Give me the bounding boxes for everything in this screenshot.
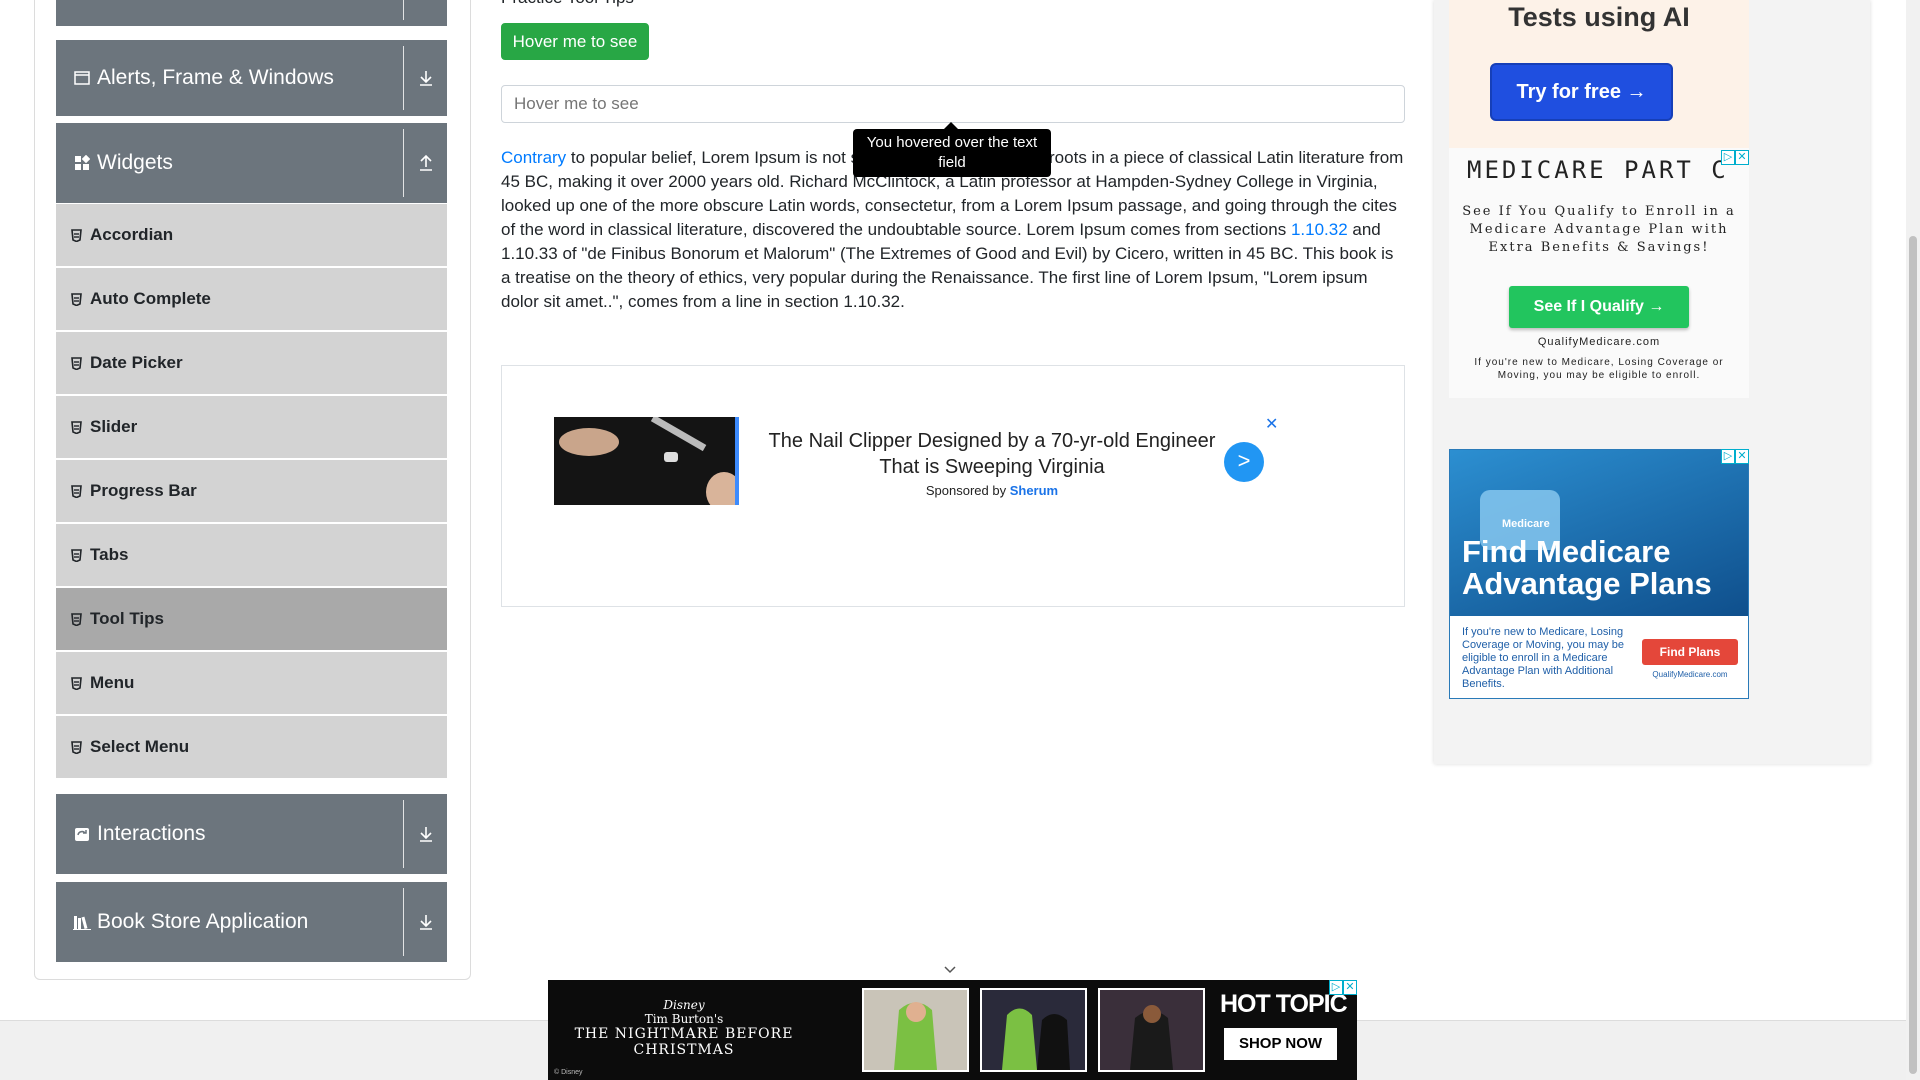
- item-icon: [71, 228, 83, 242]
- ad-brand-top: Disney: [663, 998, 705, 1012]
- ad-close-icon[interactable]: ✕: [1735, 449, 1749, 464]
- sidebar-item-tabs[interactable]: Tabs: [56, 524, 447, 586]
- sidebar-item-label: Select Menu: [90, 737, 190, 756]
- sidebar-item-progress-bar[interactable]: Progress Bar: [56, 460, 447, 522]
- sidebar-item-label: Auto Complete: [90, 289, 211, 308]
- see-if-qualify-button[interactable]: See If I Qualify →: [1509, 286, 1689, 328]
- try-free-button[interactable]: Try for free →: [1490, 63, 1673, 121]
- ad-choices-badge[interactable]: ▷ ✕: [1721, 449, 1749, 464]
- ad-brand: Disney Tim Burton's THE NIGHTMARE BEFORE…: [564, 998, 804, 1058]
- ad-brand-title: THE NIGHTMARE BEFORE CHRISTMAS: [574, 1026, 794, 1058]
- scrollbar-thumb[interactable]: [1909, 236, 1917, 1074]
- download-icon[interactable]: [404, 825, 447, 843]
- bottom-banner-ad[interactable]: Disney Tim Burton's THE NIGHTMARE BEFORE…: [548, 980, 1357, 1080]
- product-image: [1098, 988, 1205, 1072]
- sidebar-item-label: Slider: [90, 417, 138, 436]
- sidebar-item-label: Progress Bar: [90, 481, 197, 500]
- group-header-interactions[interactable]: Interactions: [56, 794, 447, 874]
- product-image: [862, 988, 969, 1072]
- download-icon[interactable]: [404, 69, 447, 87]
- item-icon: [71, 612, 83, 626]
- product-image: [980, 988, 1087, 1072]
- medicare-ad-heading: MEDICARE PART C: [1467, 156, 1727, 184]
- medicare-ad-body: See If You Qualify to Enroll in a Medica…: [1462, 204, 1736, 255]
- group-label-interactions: Interactions: [97, 822, 206, 845]
- item-icon: [71, 740, 83, 754]
- item-icon: [71, 676, 83, 690]
- ai-ad-title: Tests using AI: [1508, 2, 1690, 32]
- medicare-ad-2-headline: Find Medicare Advantage Plans: [1462, 534, 1712, 601]
- shop-now-button[interactable]: SHOP NOW: [1224, 1028, 1337, 1060]
- sidebar-item-menu[interactable]: Menu: [56, 652, 447, 714]
- medicare-ad-2-text: If you're new to Medicare, Losing Covera…: [1462, 626, 1625, 690]
- medicare-ad-2-url: QualifyMedicare.com: [1652, 670, 1728, 679]
- ai-ad[interactable]: Tests using AI Try for free →: [1449, 0, 1749, 148]
- chevron-down-icon[interactable]: [943, 962, 957, 978]
- ad-choices-badge[interactable]: ▷ ✕: [1329, 980, 1357, 995]
- item-icon: [71, 548, 83, 562]
- group-header-elements[interactable]: [56, 0, 447, 26]
- hover-text-field[interactable]: [501, 85, 1405, 123]
- sidebar-item-select-menu[interactable]: Select Menu: [56, 716, 447, 778]
- interactions-icon: [73, 825, 91, 843]
- sidebar-item-label: Date Picker: [90, 353, 183, 372]
- item-icon: [71, 484, 83, 498]
- item-icon: [71, 356, 83, 370]
- contrary-link[interactable]: Contrary: [501, 148, 566, 167]
- sidebar-item-label: Menu: [90, 673, 135, 692]
- group-label-alerts: Alerts, Frame & Windows: [97, 66, 334, 89]
- books-icon: [73, 913, 91, 931]
- medicare-ad-1[interactable]: MEDICARE PART C See If You Qualify to En…: [1449, 148, 1749, 398]
- ad-brand-mid: Tim Burton's: [644, 1012, 724, 1026]
- ad-disclaimer: © Disney: [554, 1069, 583, 1076]
- upload-icon[interactable]: [404, 154, 447, 172]
- medicare-ad-2[interactable]: Medicare Find Medicare Advantage Plans I…: [1449, 449, 1749, 699]
- ad-close-icon[interactable]: ✕: [1265, 414, 1278, 434]
- hover-button[interactable]: Hover me to see: [501, 23, 649, 60]
- group-header-book-store[interactable]: Book Store Application: [56, 882, 447, 962]
- sidebar-item-date-picker[interactable]: Date Picker: [56, 332, 447, 394]
- puzzle-label: Medicare: [1502, 518, 1550, 530]
- ad-image: [554, 417, 739, 505]
- page-section-title: Practice Tool Tips: [501, 0, 634, 8]
- sidebar-item-auto-complete[interactable]: Auto Complete: [56, 268, 447, 330]
- group-header-alerts[interactable]: Alerts, Frame & Windows: [56, 40, 447, 116]
- medicare-ad-url: QualifyMedicare.com: [1537, 336, 1661, 348]
- ad-info-icon[interactable]: ▷: [1329, 980, 1343, 995]
- ad-choices-badge[interactable]: ▷ ✕: [1721, 150, 1749, 165]
- sidebar-item-label: Tool Tips: [90, 609, 164, 628]
- ad-headline[interactable]: The Nail Clipper Designed by a 70-yr-old…: [752, 428, 1232, 480]
- sidebar-item-accordian[interactable]: Accordian: [56, 204, 447, 266]
- item-icon: [71, 292, 83, 306]
- ad-info-icon[interactable]: ▷: [1721, 150, 1735, 165]
- group-label-book-store: Book Store Application: [97, 910, 309, 933]
- widgets-icon: [73, 154, 91, 172]
- hot-topic-logo: HOT TOPIC: [1220, 990, 1348, 1018]
- ad-sponsor: Sponsored by Sherum: [752, 483, 1232, 498]
- ad-info-icon[interactable]: ▷: [1721, 449, 1735, 464]
- ad-sponsor-prefix: Sponsored by: [925, 483, 1007, 498]
- group-header-widgets[interactable]: Widgets: [56, 123, 447, 203]
- sidebar-item-tool-tips[interactable]: Tool Tips: [56, 588, 447, 650]
- ad-next-button[interactable]: >: [1224, 442, 1264, 482]
- find-plans-button[interactable]: Find Plans: [1642, 639, 1738, 665]
- sidebar-item-label: Tabs: [90, 545, 129, 564]
- item-icon: [71, 420, 83, 434]
- ad-close-icon[interactable]: ✕: [1343, 980, 1357, 995]
- medicare-ad-banner: Medicare Find Medicare Advantage Plans: [1450, 450, 1748, 616]
- group-label-widgets: Widgets: [97, 151, 173, 174]
- section-link[interactable]: 1.10.32: [1291, 220, 1348, 239]
- sidebar-item-label: Accordian: [90, 225, 174, 244]
- window-icon: [73, 69, 91, 87]
- content-ad[interactable]: The Nail Clipper Designed by a 70-yr-old…: [501, 365, 1405, 607]
- tooltip: You hovered over the text field: [853, 122, 1051, 177]
- download-icon[interactable]: [404, 913, 447, 931]
- ad-close-icon[interactable]: ✕: [1735, 150, 1749, 165]
- sidebar-item-slider[interactable]: Slider: [56, 396, 447, 458]
- ad-sponsor-name[interactable]: Sherum: [1010, 483, 1058, 498]
- medicare-ad-footer: If you're new to Medicare, Losing Covera…: [1474, 357, 1724, 381]
